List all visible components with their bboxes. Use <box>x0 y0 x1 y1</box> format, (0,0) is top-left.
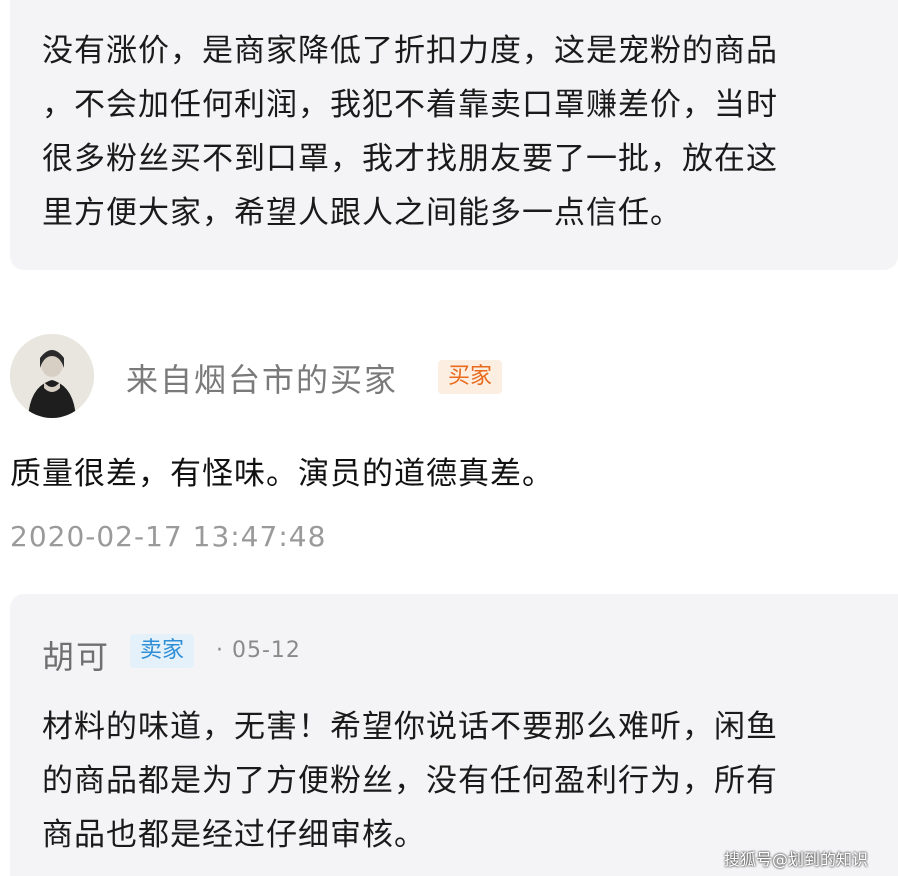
watermark: 搜狐号@划到的知识 <box>724 850 869 869</box>
buyer-comment-text: 质量很差，有怪味。演员的道德真差。 <box>10 456 554 492</box>
buyer-avatar[interactable] <box>10 334 94 418</box>
top-reply-text: 没有涨价，是商家降低了折扣力度，这是宠粉的商品 ，不会加任何利润，我犯不着靠卖口… <box>42 33 778 231</box>
buyer-badge: 买家 <box>438 360 503 394</box>
seller-reply-date: · 05-12 <box>216 638 301 663</box>
comment-timestamp: 2020-02-17 13:47:48 <box>10 520 327 553</box>
avatar-portrait-icon <box>10 334 94 418</box>
seller-badge: 卖家 <box>130 634 195 668</box>
buyer-name[interactable]: 来自烟台市的买家 <box>126 355 398 401</box>
seller-reply-text: 材料的味道，无害！希望你说话不要那么难听，闲鱼 的商品都是为了方便粉丝，没有任何… <box>42 709 778 853</box>
seller-name[interactable]: 胡可 <box>42 632 110 678</box>
